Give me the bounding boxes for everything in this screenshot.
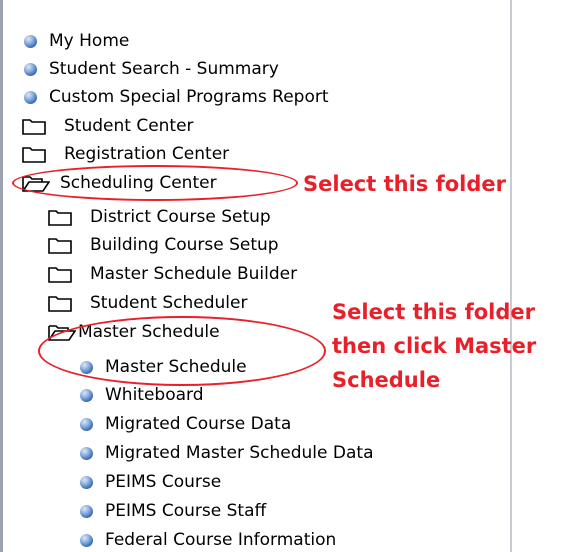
page-bullet-icon — [80, 417, 93, 431]
tree-item-custom-special-programs-report[interactable]: Custom Special Programs Report — [24, 85, 329, 109]
tree-item-label: Building Course Setup — [90, 235, 279, 255]
page-bullet-icon — [24, 34, 37, 48]
tree-item-label: Migrated Course Data — [105, 414, 292, 434]
annotation-note: Schedule — [332, 368, 441, 392]
folder-closed-icon — [48, 266, 72, 283]
folder-closed-icon — [48, 295, 72, 312]
tree-item-label: Custom Special Programs Report — [49, 87, 329, 107]
tree-item-label: Student Center — [64, 116, 194, 136]
tree-item-migrated-master-schedule-data[interactable]: Migrated Master Schedule Data — [80, 441, 373, 465]
tree-item-label: Student Search - Summary — [49, 59, 279, 79]
panel-divider — [510, 0, 512, 552]
annotation-note: then click Master — [332, 334, 537, 358]
highlight-ellipse-master-schedule — [38, 316, 326, 386]
tree-folder-building-course-setup[interactable]: Building Course Setup — [48, 233, 279, 257]
annotation-note: Select this folder — [303, 172, 506, 196]
folder-closed-icon — [48, 209, 72, 226]
highlight-ellipse-scheduling-center — [12, 165, 298, 201]
tree-folder-district-course-setup[interactable]: District Course Setup — [48, 205, 271, 229]
tree-item-label: Master Schedule Builder — [90, 264, 298, 284]
tree-item-peims-course[interactable]: PEIMS Course — [80, 470, 221, 494]
tree-item-label: Federal Course Information — [105, 530, 337, 550]
tree-item-peims-course-staff[interactable]: PEIMS Course Staff — [80, 499, 266, 523]
tree-item-label: PEIMS Course Staff — [105, 501, 267, 521]
tree-item-label: Registration Center — [64, 144, 230, 164]
tree-item-whiteboard[interactable]: Whiteboard — [80, 383, 204, 407]
folder-closed-icon — [22, 146, 46, 163]
page-bullet-icon — [24, 90, 37, 104]
tree-item-my-home[interactable]: My Home — [24, 29, 129, 53]
tree-item-label: Whiteboard — [105, 385, 204, 405]
tree-item-label: District Course Setup — [90, 207, 271, 227]
tree-item-label: My Home — [49, 31, 130, 51]
navigation-tree-panel: My Home Student Search - Summary Custom … — [0, 0, 512, 552]
panel-left-border — [0, 0, 3, 552]
page-bullet-icon — [24, 62, 37, 76]
page-bullet-icon — [80, 475, 93, 489]
page-bullet-icon — [80, 446, 93, 460]
tree-item-label: Migrated Master Schedule Data — [105, 443, 374, 463]
tree-folder-student-center[interactable]: Student Center — [22, 114, 194, 138]
tree-item-migrated-course-data[interactable]: Migrated Course Data — [80, 412, 291, 436]
folder-closed-icon — [48, 237, 72, 254]
tree-folder-student-scheduler[interactable]: Student Scheduler — [48, 291, 247, 315]
tree-folder-registration-center[interactable]: Registration Center — [22, 142, 229, 166]
tree-item-student-search-summary[interactable]: Student Search - Summary — [24, 57, 279, 81]
annotation-note: Select this folder — [332, 300, 535, 324]
tree-item-federal-course-information[interactable]: Federal Course Information — [80, 528, 336, 552]
tree-folder-master-schedule-builder[interactable]: Master Schedule Builder — [48, 262, 297, 286]
folder-closed-icon — [22, 118, 46, 135]
page-bullet-icon — [80, 388, 93, 402]
tree-item-label: Student Scheduler — [90, 293, 248, 313]
tree-item-label: PEIMS Course — [105, 472, 222, 492]
page-bullet-icon — [80, 533, 93, 547]
page-bullet-icon — [80, 504, 93, 518]
